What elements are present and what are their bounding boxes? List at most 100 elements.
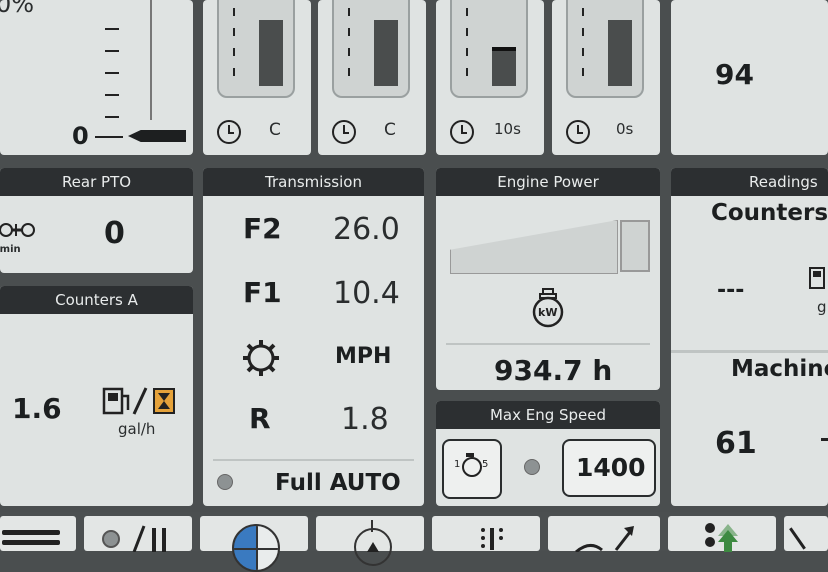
timer-icon — [217, 120, 241, 144]
gauge-bar — [492, 47, 516, 86]
gear-label-f1: F1 — [243, 276, 282, 309]
record-icon — [102, 530, 120, 548]
fuel-rate-value: 1.6 — [12, 392, 62, 425]
top-left-panel: 0% 0 — [0, 0, 193, 155]
section-control-button[interactable] — [432, 516, 540, 551]
scale-tick — [105, 116, 119, 118]
gauge-unit: C — [384, 120, 396, 140]
headland-turn-button[interactable] — [548, 516, 660, 554]
panel-title: Max Eng Speed — [436, 401, 660, 429]
speed-indicator-led — [524, 459, 540, 475]
scale-tick — [105, 28, 119, 30]
panel-title: Readings — [671, 168, 828, 196]
scale-tick — [105, 50, 119, 52]
gear-label-f2: F2 — [243, 212, 282, 245]
max-speed-value: 1400 — [576, 453, 646, 482]
sequence-button[interactable] — [668, 516, 776, 552]
rear-pto-panel[interactable]: Rear PTO /min 0 — [0, 168, 193, 273]
gauge — [332, 0, 410, 98]
top-right-panel: 94 — [671, 0, 828, 155]
scale-tick — [105, 72, 119, 74]
unit-partial: g — [817, 298, 827, 316]
engine-speed-button[interactable]: 1 5 — [442, 439, 502, 499]
menu-button[interactable] — [0, 516, 76, 551]
overflow-button[interactable] — [784, 516, 828, 551]
power-gauge-end — [620, 220, 650, 272]
percent-label: 0% — [0, 0, 35, 18]
turn-arrow-icon — [572, 522, 636, 554]
gauge — [450, 0, 528, 98]
engine-kw-icon: kW — [530, 288, 566, 328]
transmission-mode: Full AUTO — [275, 470, 401, 496]
panel-title: Transmission — [203, 168, 424, 196]
quadrant-button[interactable] — [200, 516, 308, 572]
transmission-panel[interactable]: Transmission F2 26.0 F1 10.4 MPH R 1.8 F… — [203, 168, 424, 506]
auto-indicator-led — [217, 474, 233, 490]
scale-zero-tick — [95, 136, 123, 138]
panel-title: Counters A — [0, 286, 193, 314]
timer-icon — [450, 120, 474, 144]
top-right-value: 94 — [715, 58, 754, 91]
implement-icon — [354, 520, 392, 566]
record-pause-button[interactable] — [84, 516, 192, 553]
panel-title: Rear PTO — [0, 168, 193, 196]
gear-speed-f1: 10.4 — [333, 276, 400, 311]
counters-label: Counters — [711, 200, 828, 226]
readings-dashes: --- — [717, 278, 745, 303]
max-speed-value-button[interactable]: 1400 — [562, 439, 656, 497]
gauge-panel-2[interactable]: C — [318, 0, 426, 155]
pto-value: 0 — [104, 216, 125, 251]
machine-value: 61 — [715, 426, 757, 461]
scale-tick — [105, 94, 119, 96]
fuel-rate-unit: gal/h — [118, 420, 156, 438]
speed-unit: MPH — [335, 344, 392, 369]
gear-speed-f2: 26.0 — [333, 212, 400, 247]
pto-unit: /min — [0, 244, 21, 255]
gauge-unit: C — [269, 120, 281, 140]
gauge-bar — [374, 20, 398, 86]
zero-label: 0 — [72, 122, 89, 150]
timer-icon — [332, 120, 356, 144]
svg-text:1: 1 — [454, 459, 460, 470]
kw-label: kW — [538, 306, 558, 319]
panel-title: Engine Power — [436, 168, 660, 196]
engine-power-panel[interactable]: Engine Power kW 934.7 h — [436, 168, 660, 390]
divider — [446, 343, 650, 345]
pause-icon — [132, 524, 172, 553]
gauge-bar — [259, 20, 283, 86]
gear-icon — [241, 338, 281, 378]
scale-axis — [150, 0, 152, 120]
gear-label-r: R — [249, 402, 271, 435]
bottom-toolbar — [0, 512, 828, 572]
engine-hours: 934.7 h — [494, 354, 613, 387]
implement-button[interactable] — [316, 516, 424, 566]
machine-label: Machine — [731, 356, 828, 382]
gauge-panel-1[interactable]: C — [203, 0, 311, 155]
gear-speed-r: 1.8 — [341, 402, 389, 437]
gauge-unit: 0s — [616, 120, 634, 138]
counters-a-panel[interactable]: Counters A 1.6 gal/h — [0, 286, 193, 506]
gauge-panel-3[interactable]: 10s — [436, 0, 544, 155]
pto-icon — [0, 220, 40, 240]
pointer-icon — [128, 130, 186, 142]
gauge — [217, 0, 295, 98]
max-eng-speed-panel[interactable]: Max Eng Speed 1 5 1400 — [436, 401, 660, 506]
readings-panel[interactable]: Readings Counters --- g Machine 61 — [671, 168, 828, 506]
sequence-icon — [704, 520, 744, 552]
power-gauge — [450, 220, 618, 274]
gauge — [566, 0, 644, 98]
section-control-icon — [478, 526, 508, 552]
fuel-icon-partial — [809, 266, 828, 292]
quadrant-icon — [232, 524, 280, 572]
divider — [213, 459, 414, 461]
gauge-bar — [608, 20, 632, 86]
svg-text:5: 5 — [482, 459, 488, 470]
engine-rpm-icon: 1 5 — [454, 453, 488, 477]
divider — [671, 350, 828, 353]
gauge-unit: 10s — [494, 120, 521, 138]
overflow-icon — [789, 527, 806, 550]
gauge-panel-4[interactable]: 0s — [552, 0, 660, 155]
menu-icon — [2, 530, 60, 535]
timer-icon — [566, 120, 590, 144]
machine-indicator — [821, 438, 828, 441]
